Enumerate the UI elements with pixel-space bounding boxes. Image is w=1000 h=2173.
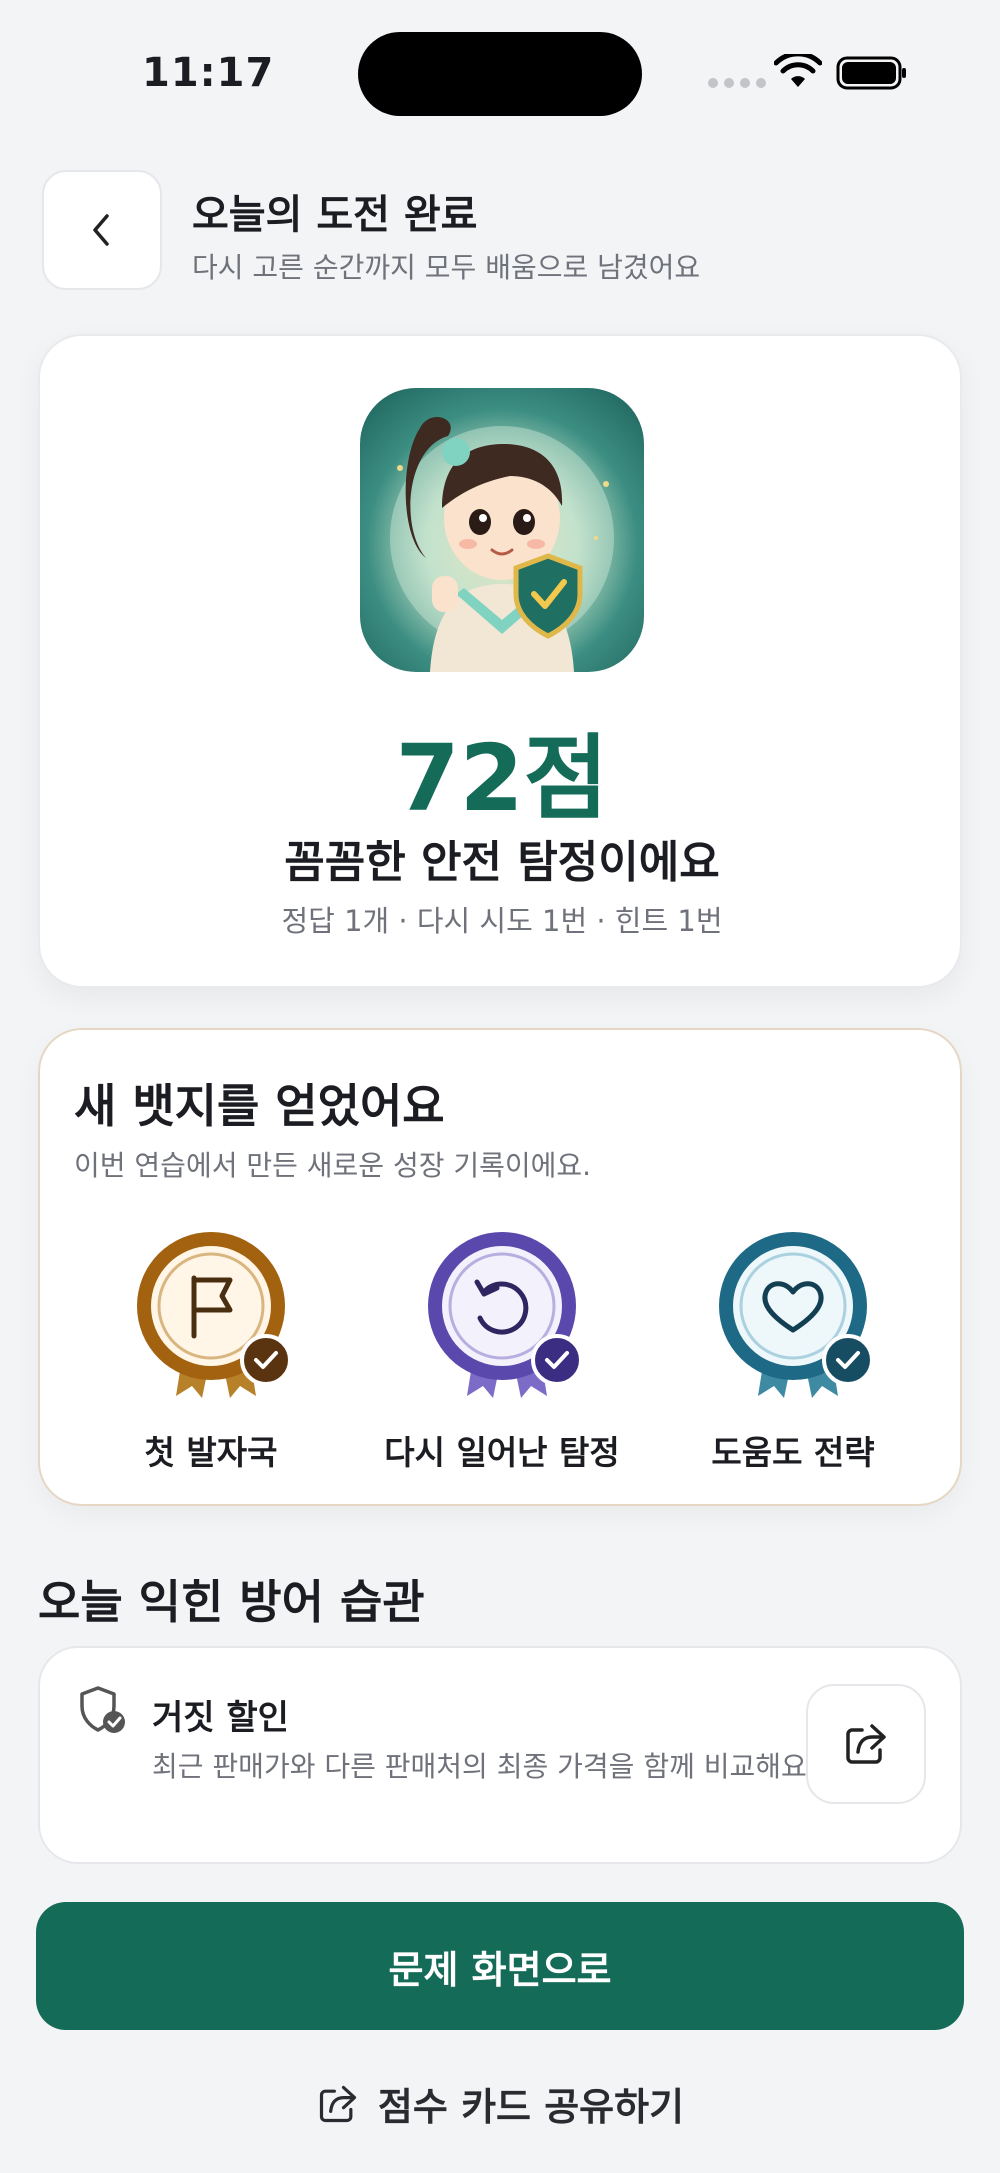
retry-icon	[428, 1232, 583, 1398]
badge-section-title: 새 뱃지를 얻었어요	[74, 1079, 445, 1133]
share-score-label: 점수 카드 공유하기	[377, 2085, 685, 2129]
badge-help-strategy: 도움도 전략	[648, 1226, 938, 1476]
battery-icon	[836, 56, 906, 90]
badge-first-step: 첫 발자국	[66, 1226, 356, 1476]
habit-description: 최근 판매가와 다른 판매처의 최종 가격을 함께 비교해요.	[152, 1750, 816, 1783]
badge-retry-detective: 다시 일어난 탐정	[357, 1226, 647, 1476]
badge-label: 다시 일어난 탐정	[384, 1433, 620, 1472]
score-value: 72점	[395, 725, 609, 832]
detective-avatar	[360, 388, 644, 672]
page-subtitle: 다시 고른 순간까지 모두 배움으로 남겼어요	[192, 251, 701, 284]
shield-check-icon	[80, 1686, 125, 1733]
signal-icon	[708, 78, 766, 88]
habit-share-button[interactable]	[806, 1684, 926, 1804]
flag-icon	[137, 1232, 292, 1398]
status-bar: 11:17	[0, 0, 1000, 150]
score-meta: 정답 1개 · 다시 시도 1번 · 힌트 1번	[281, 904, 723, 938]
wifi-icon	[774, 54, 822, 87]
badge-label: 첫 발자국	[144, 1433, 278, 1472]
score-title: 꼼꼼한 안전 탐정이에요	[284, 837, 720, 888]
badge-label: 도움도 전략	[711, 1433, 875, 1472]
habit-card: 거짓 할인 최근 판매가와 다른 판매처의 최종 가격을 함께 비교해요.	[38, 1646, 962, 1864]
go-to-problems-button[interactable]: 문제 화면으로	[36, 1902, 964, 2030]
score-card: 72점 꼼꼼한 안전 탐정이에요 정답 1개 · 다시 시도 1번 · 힌트 1…	[38, 334, 962, 988]
habit-title: 거짓 할인	[152, 1698, 289, 1738]
avatar-illustration	[390, 416, 614, 672]
share-score-card-button[interactable]: 점수 카드 공유하기	[0, 2076, 1000, 2131]
heart-icon	[719, 1232, 874, 1398]
chevron-left-icon	[93, 214, 109, 246]
page-title: 오늘의 도전 완료	[192, 192, 478, 238]
habit-section-title: 오늘 익힌 방어 습관	[38, 1575, 425, 1629]
share-icon	[846, 1724, 886, 1764]
back-button[interactable]	[42, 170, 162, 290]
badge-card: 새 뱃지를 얻었어요 이번 연습에서 만든 새로운 성장 기록이에요. 첫 발자…	[38, 1028, 962, 1506]
dynamic-island	[358, 32, 642, 116]
status-time: 11:17	[142, 50, 275, 96]
share-icon	[319, 2085, 357, 2122]
badge-section-subtitle: 이번 연습에서 만든 새로운 성장 기록이에요.	[74, 1149, 592, 1182]
